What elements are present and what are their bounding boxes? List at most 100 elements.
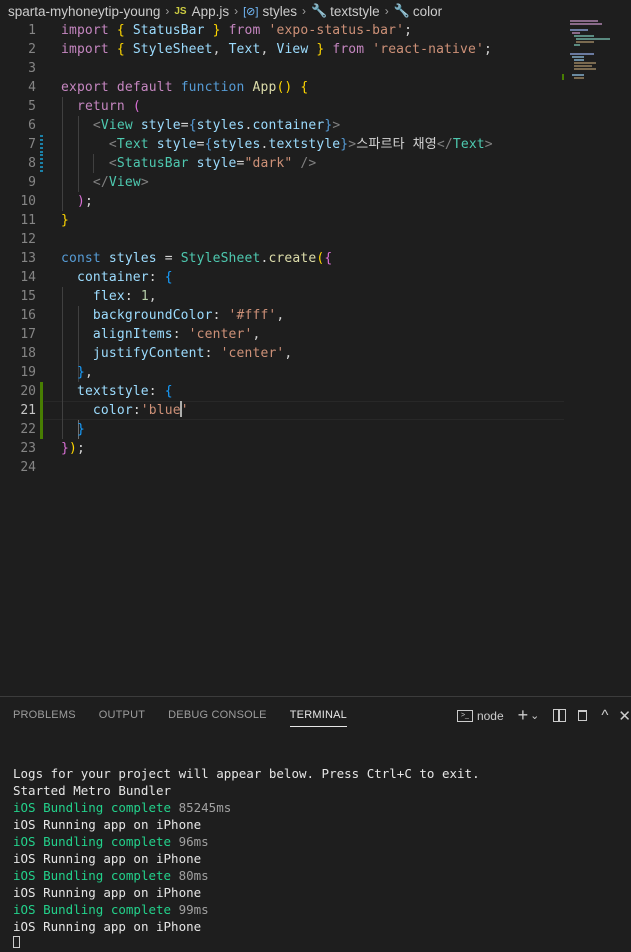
code-line-4: export default function App() { xyxy=(61,80,309,95)
line-number: 4 xyxy=(28,80,36,95)
code-line-15: flex: 1, xyxy=(92,289,157,304)
maximize-panel-icon[interactable]: ^ xyxy=(601,707,608,724)
breadcrumb: sparta-myhoneytip-young › JS App.js › [⊘]… xyxy=(0,0,631,22)
code-line-13: const styles = StyleSheet.create({ xyxy=(61,251,333,266)
terminal-line: Logs for your project will appear below.… xyxy=(13,766,480,781)
minimap-line xyxy=(574,35,594,37)
line-number: 10 xyxy=(20,194,36,209)
code-editor[interactable]: 1 2 3 4 5 6 7 8 9 10 11 12 13 14 15 16 1… xyxy=(0,20,631,696)
javascript-file-icon: JS xyxy=(174,5,187,17)
chevron-right-icon: › xyxy=(234,4,239,18)
line-number: 13 xyxy=(20,251,36,266)
tab-output[interactable]: OUTPUT xyxy=(99,709,145,727)
code-line-11: } xyxy=(61,213,69,228)
minimap-line xyxy=(570,29,588,31)
minimap-line xyxy=(570,20,598,22)
line-number: 3 xyxy=(28,61,36,76)
line-number: 17 xyxy=(20,327,36,342)
panel-tabs: PROBLEMS OUTPUT DEBUG CONSOLE TERMINAL xyxy=(13,709,370,727)
property-wrench-icon: 🔧 xyxy=(310,3,328,18)
code-line-14: container: { xyxy=(76,270,173,285)
terminal-selector[interactable]: >_ node xyxy=(456,709,504,723)
breadcrumb-symbol-styles[interactable]: [⊘] styles xyxy=(243,4,297,19)
line-number: 24 xyxy=(20,460,36,475)
line-number: 19 xyxy=(20,365,36,380)
minimap-line xyxy=(570,53,594,55)
minimap-line xyxy=(572,32,580,34)
line-number: 2 xyxy=(28,42,36,57)
terminal-output[interactable]: Logs for your project will appear below.… xyxy=(13,765,480,952)
line-number: 12 xyxy=(20,232,36,247)
breadcrumb-symbol-textstyle[interactable]: 🔧 textstyle xyxy=(311,3,380,19)
code-line-5: return ( xyxy=(76,99,141,114)
split-terminal-icon[interactable] xyxy=(553,709,567,722)
minimap-line xyxy=(572,74,584,76)
tab-debug-console[interactable]: DEBUG CONSOLE xyxy=(168,709,267,727)
minimap-line xyxy=(574,68,596,70)
line-number: 11 xyxy=(20,213,36,228)
code-line-10: ); xyxy=(76,194,93,209)
terminal-line: iOS Bundling complete 80ms xyxy=(13,868,209,883)
line-number: 21 xyxy=(20,403,36,418)
line-number: 14 xyxy=(20,270,36,285)
terminal-line: iOS Running app on iPhone xyxy=(13,919,202,934)
chevron-down-icon[interactable]: ⌄ xyxy=(530,709,539,722)
bottom-panel: PROBLEMS OUTPUT DEBUG CONSOLE TERMINAL >… xyxy=(0,696,631,948)
minimap-line xyxy=(574,59,584,61)
minimap-line xyxy=(574,65,592,67)
terminal-line: iOS Running app on iPhone xyxy=(13,885,202,900)
code-line-21: color:'blue' xyxy=(92,401,189,418)
minimap-line xyxy=(574,44,580,46)
minimap-line xyxy=(576,41,594,43)
trash-icon[interactable] xyxy=(578,710,588,721)
variable-symbol-icon: [⊘] xyxy=(243,5,259,18)
line-number: 16 xyxy=(20,308,36,323)
code-line-23: }); xyxy=(61,441,85,456)
code-line-9: </View> xyxy=(92,175,149,190)
breadcrumb-symbol-color[interactable]: 🔧 color xyxy=(394,3,442,19)
gutter-added-marker[interactable] xyxy=(40,382,43,401)
code-line-7: <Text style={styles.textstyle}>스파르타 채영</… xyxy=(108,137,493,152)
line-number: 7 xyxy=(28,137,36,152)
tab-terminal[interactable]: TERMINAL xyxy=(289,709,347,727)
minimap-line xyxy=(576,38,610,40)
code-line-22: } xyxy=(76,422,85,437)
gutter-change-marker[interactable] xyxy=(40,135,43,154)
line-number: 22 xyxy=(20,422,36,437)
minimap-line xyxy=(574,77,584,79)
line-number: 23 xyxy=(20,441,36,456)
code-line-18: justifyContent: 'center', xyxy=(92,346,293,361)
minimap-line xyxy=(572,56,584,58)
terminal-line: iOS Running app on iPhone xyxy=(13,817,202,832)
chevron-right-icon: › xyxy=(301,4,306,18)
gutter-added-marker[interactable] xyxy=(40,420,43,439)
minimap-line xyxy=(570,23,602,25)
chevron-right-icon: › xyxy=(165,4,170,18)
code-line-20: textstyle: { xyxy=(76,384,173,399)
line-number: 18 xyxy=(20,346,36,361)
tab-problems[interactable]: PROBLEMS xyxy=(13,709,76,727)
line-number: 5 xyxy=(28,99,36,114)
close-panel-icon[interactable]: ✕ xyxy=(618,707,631,725)
terminal-line: iOS Running app on iPhone xyxy=(13,851,202,866)
breadcrumb-file[interactable]: JS App.js xyxy=(174,4,229,19)
line-number: 9 xyxy=(28,175,36,190)
gutter-added-marker[interactable] xyxy=(40,401,43,420)
terminal-line: Started Metro Bundler xyxy=(13,783,172,798)
code-line-17: alignItems: 'center', xyxy=(92,327,261,342)
line-number: 20 xyxy=(20,384,36,399)
breadcrumb-folder[interactable]: sparta-myhoneytip-young xyxy=(8,4,160,19)
code-line-8: <StatusBar style="dark" /> xyxy=(108,156,317,171)
code-line-2: import { StyleSheet, Text, View } from '… xyxy=(61,42,492,57)
gutter-change-marker[interactable] xyxy=(40,154,43,173)
code-line-1: import { StatusBar } from 'expo-status-b… xyxy=(61,23,413,38)
chevron-right-icon: › xyxy=(384,4,389,18)
terminal-line: iOS Bundling complete 85245ms xyxy=(13,800,232,815)
minimap-line xyxy=(574,62,596,64)
property-wrench-icon: 🔧 xyxy=(393,3,410,18)
line-number: 6 xyxy=(28,118,36,133)
new-terminal-plus-icon[interactable]: + xyxy=(518,705,529,726)
code-line-16: backgroundColor: '#fff', xyxy=(92,308,285,323)
minimap[interactable] xyxy=(562,20,622,80)
code-line-6: <View style={styles.container}> xyxy=(92,118,341,133)
